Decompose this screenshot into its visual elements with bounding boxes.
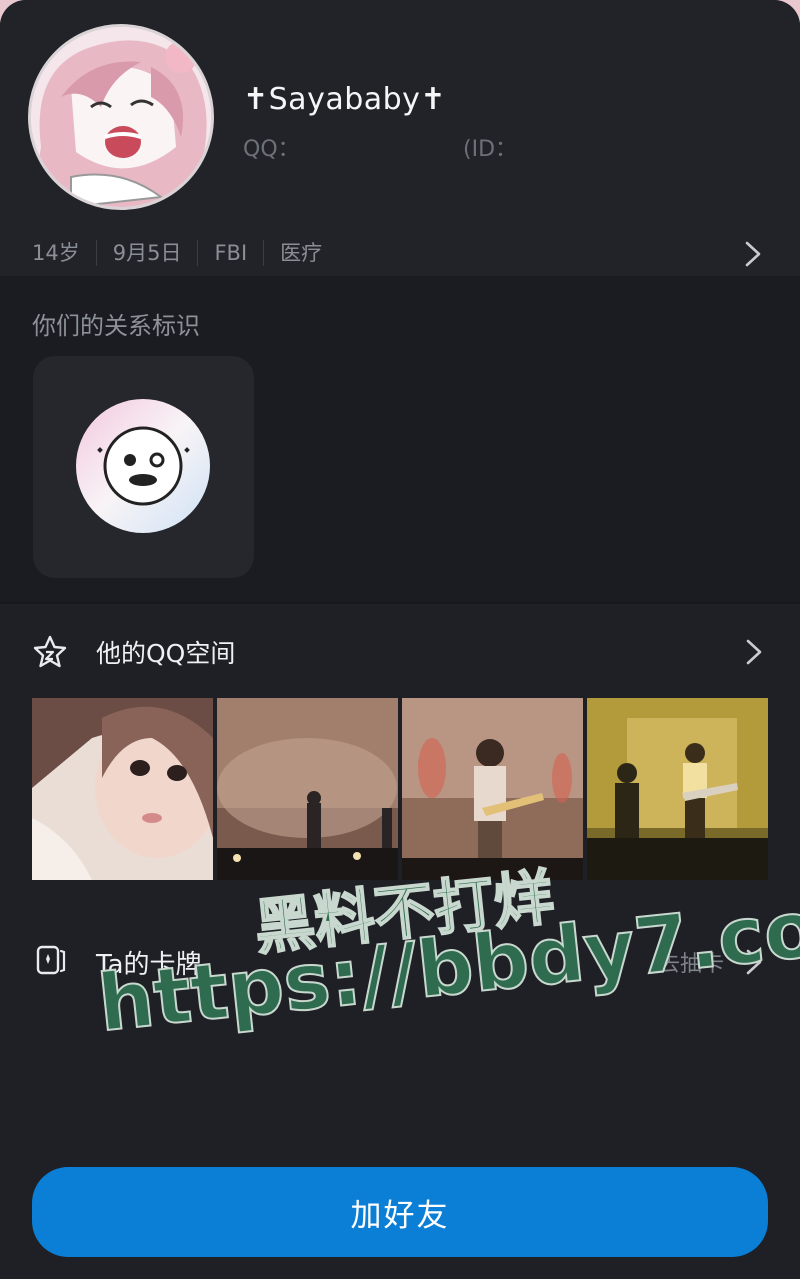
- tag-location: FBI: [197, 240, 263, 266]
- profile-screen: ✝Sayababy✝ QQ： (ID： 14岁 9月5日 FBI 医疗 你们的关…: [0, 0, 800, 1279]
- qzone-photo-yellow-stage[interactable]: [587, 698, 768, 880]
- qzone-photo-guitarist[interactable]: [402, 698, 583, 880]
- qzone-photo-selfie[interactable]: [32, 698, 213, 880]
- chevron-right-icon[interactable]: [742, 638, 764, 666]
- profile-tags[interactable]: 14岁 9月5日 FBI 医疗: [32, 238, 338, 268]
- tag-occupation: 医疗: [263, 240, 338, 266]
- selfie-photo: [32, 698, 213, 880]
- card-icon: [36, 945, 66, 975]
- avatar[interactable]: [28, 24, 214, 210]
- concert-stage-photo: [217, 698, 398, 880]
- chevron-right-icon[interactable]: [740, 240, 764, 268]
- tag-age: 14岁: [32, 241, 80, 265]
- relationship-badge-card[interactable]: [33, 356, 254, 578]
- relationship-section: 你们的关系标识: [0, 276, 800, 602]
- relationship-title: 你们的关系标识: [32, 312, 200, 340]
- star-icon: [33, 635, 67, 668]
- concert-yellow-photo: [587, 698, 768, 880]
- profile-header: ✝Sayababy✝ QQ： (ID： 14岁 9月5日 FBI 医疗: [0, 0, 800, 276]
- id-label: (ID：: [463, 137, 518, 162]
- add-friend-button[interactable]: 加好友: [32, 1167, 768, 1257]
- profile-name: ✝Sayababy✝: [243, 82, 447, 117]
- concert-guitarist-photo: [402, 698, 583, 880]
- qzone-photo-concert-stage[interactable]: [217, 698, 398, 880]
- qzone-title[interactable]: 他的QQ空间: [96, 634, 235, 670]
- treasure-badge-icon: [76, 399, 210, 533]
- qq-label: QQ：: [243, 137, 300, 162]
- avatar-illustration: [31, 27, 211, 207]
- qq-number-row: QQ： (ID：: [243, 131, 517, 163]
- tag-birthday: 9月5日: [95, 240, 198, 266]
